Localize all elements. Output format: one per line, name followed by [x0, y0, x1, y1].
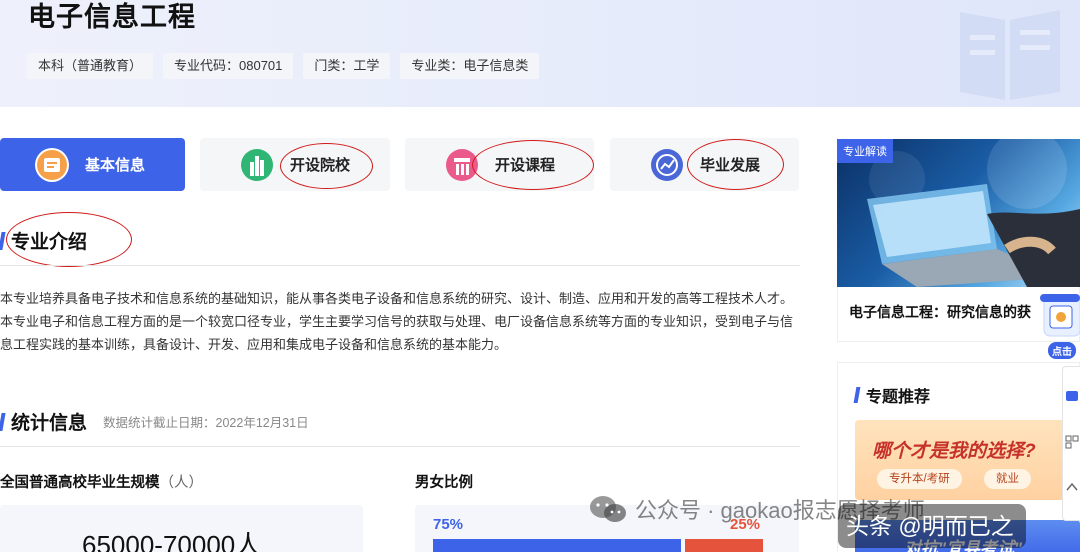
toolbar-qrcode-icon[interactable] [1065, 433, 1079, 451]
section-bar [0, 231, 6, 250]
article-title-link[interactable]: 电子信息工程：研究信息的获 [849, 302, 1031, 322]
intro-title: 专业介绍 [11, 232, 88, 253]
topic-recommend-header: 专题推荐 [853, 383, 931, 407]
gender-label: 男女比例 [415, 475, 473, 491]
tag-major-code: 专业代码：080701 [163, 53, 294, 79]
topic-banner-title: 哪个才是我的选择? [872, 441, 1036, 462]
graduates-unit: （人） [159, 475, 204, 491]
graduates-label-text: 全国普通高校毕业生规模 [0, 475, 160, 491]
divider [0, 446, 800, 447]
male-percent: 75% [433, 516, 464, 533]
toutiao-watermark: 头条 @明而已之 [838, 504, 1026, 548]
tag-education-level: 本科（普通教育） [27, 53, 154, 79]
growth-chart-icon [650, 148, 684, 182]
tab-courses[interactable]: 开设课程 [405, 138, 594, 191]
toolbar-chat-icon[interactable] [1065, 388, 1079, 406]
divider [0, 265, 800, 266]
book-decoration-icon [960, 10, 1060, 100]
page-title: 电子信息工程 [28, 2, 196, 32]
school-building-icon [240, 148, 274, 182]
promo-click-label[interactable]: 点击 [1048, 342, 1076, 359]
intro-text: 本专业培养具备电子技术和信息系统的基础知识，能从事各类电子设备和信息系统的研究、… [0, 287, 800, 356]
topic-chip-upgrade[interactable]: 专升本/考研 [877, 469, 962, 489]
tab-label: 开设课程 [495, 157, 556, 174]
major-tags: 本科（普通教育） 专业代码：080701 门类：工学 专业类：电子信息类 [27, 53, 540, 79]
info-icon [35, 147, 69, 182]
stats-title: 统计信息 [11, 413, 88, 434]
header-banner: 电子信息工程 本科（普通教育） 专业代码：080701 门类：工学 专业类：电子… [0, 0, 1080, 107]
graduates-label: 全国普通高校毕业生规模（人） [0, 471, 203, 492]
graduates-value: 65000-70000人 [82, 530, 262, 552]
female-ratio-bar [685, 539, 763, 552]
toolbar-top-icon[interactable] [1065, 478, 1079, 496]
tab-label: 毕业发展 [700, 157, 761, 174]
tab-label: 开设院校 [290, 157, 351, 174]
topic-chip-employment[interactable]: 就业 [984, 469, 1031, 489]
stats-header: 统计信息 数据统计截止日期：2022年12月31日 [0, 408, 309, 435]
section-bar [0, 412, 6, 431]
intro-header: 专业介绍 [0, 227, 87, 254]
tab-label: 基本信息 [85, 157, 146, 174]
card-tag: 专业解读 [837, 139, 893, 163]
course-icon [445, 148, 479, 182]
tag-category: 门类：工学 [303, 53, 391, 79]
intro-paragraph: 本专业培养具备电子技术和信息系统的基础知识，能从事各类电子设备和信息系统的研究、… [0, 291, 794, 306]
topic-recommend-title: 专题推荐 [866, 389, 931, 406]
tab-schools[interactable]: 开设院校 [200, 138, 390, 191]
tab-basic-info[interactable]: 基本信息 [0, 138, 185, 191]
tab-career[interactable]: 毕业发展 [610, 138, 799, 191]
intro-paragraph: 本专业电子和信息工程方面的是一个较宽口径专业，学生主要学习信号的获取与处理、电厂… [0, 314, 794, 352]
wechat-icon [590, 496, 626, 522]
stats-date-note: 数据统计截止日期：2022年12月31日 [103, 416, 309, 430]
tag-major-class: 专业类：电子信息类 [400, 53, 540, 79]
section-bar [853, 387, 861, 403]
male-ratio-bar [433, 539, 681, 552]
